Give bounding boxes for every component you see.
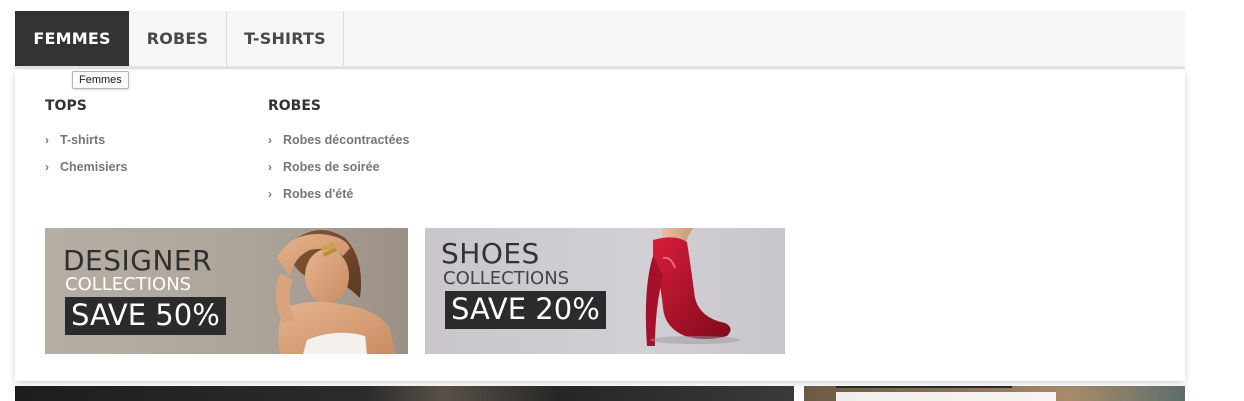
tab-t-shirts[interactable]: T-SHIRTS — [227, 11, 344, 66]
column-list: › Robes décontractées › Robes de soirée … — [268, 127, 409, 208]
tab-femmes[interactable]: FEMMES — [15, 11, 129, 66]
designer-collections-banner[interactable]: DESIGNER COLLECTIONS SAVE 50% — [45, 228, 408, 354]
menu-item-robes-de-soiree[interactable]: › Robes de soirée — [268, 154, 409, 181]
column-title[interactable]: ROBES — [268, 97, 409, 115]
banner-subline: COLLECTIONS — [65, 274, 192, 295]
chevron-right-icon: › — [268, 160, 272, 174]
shoes-collections-banner[interactable]: SHOES COLLECTIONS SAVE 20% — [425, 228, 785, 354]
menu-item-label: Robes de soirée — [283, 160, 380, 174]
banner-headline: DESIGNER — [63, 244, 213, 277]
menu-item-robes-ete[interactable]: › Robes d'été — [268, 181, 409, 208]
side-promo-image[interactable] — [804, 386, 1185, 401]
menu-item-t-shirts[interactable]: › T-shirts — [45, 127, 127, 154]
promo-text-fragment — [836, 392, 1056, 401]
menu-item-label: T-shirts — [60, 133, 106, 147]
banner-offer: SAVE 20% — [445, 291, 606, 329]
menu-column-tops: TOPS › T-shirts › Chemisiers — [45, 97, 127, 181]
top-menu: FEMMES ROBES T-SHIRTS — [15, 11, 1185, 69]
chevron-right-icon: › — [268, 187, 272, 201]
chevron-right-icon: › — [45, 133, 49, 147]
chevron-right-icon: › — [268, 133, 272, 147]
menu-item-label: Chemisiers — [60, 160, 128, 174]
banner-headline: SHOES — [441, 237, 540, 270]
menu-item-robes-decontractees[interactable]: › Robes décontractées — [268, 127, 409, 154]
column-list: › T-shirts › Chemisiers — [45, 127, 127, 181]
chevron-right-icon: › — [45, 160, 49, 174]
mega-menu-dropdown: TOPS › T-shirts › Chemisiers ROBES › Rob… — [15, 70, 1185, 381]
tab-tooltip: Femmes — [72, 71, 129, 89]
column-title[interactable]: TOPS — [45, 97, 127, 115]
menu-item-chemisiers[interactable]: › Chemisiers — [45, 154, 127, 181]
main-slider-image[interactable] — [15, 386, 794, 401]
tab-robes[interactable]: ROBES — [129, 11, 227, 66]
divider — [836, 386, 1012, 388]
menu-item-label: Robes décontractées — [283, 133, 410, 147]
banner-offer: SAVE 50% — [65, 297, 226, 335]
page: FEMMES ROBES T-SHIRTS TOPS › T-shirts › … — [0, 0, 1244, 401]
banner-subline: COLLECTIONS — [443, 268, 570, 289]
menu-item-label: Robes d'été — [283, 187, 354, 201]
menu-column-robes: ROBES › Robes décontractées › Robes de s… — [268, 97, 409, 208]
